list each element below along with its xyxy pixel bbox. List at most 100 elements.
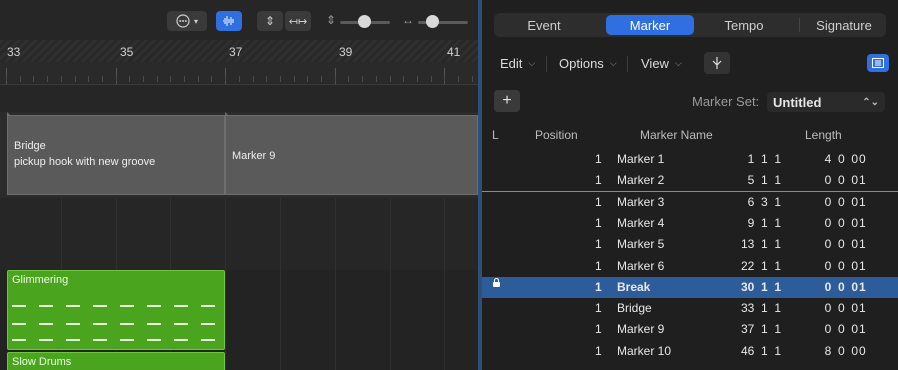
list-editor-tabs: Event Marker Tempo Signature [494, 13, 886, 37]
table-row[interactable]: 6 3 1 1 Marker 30 0 01 [482, 192, 898, 213]
playhead-line [482, 190, 898, 192]
header-length[interactable]: Length [805, 128, 842, 142]
tab-signature[interactable]: Signature [802, 13, 886, 37]
horizontal-auto-zoom-button[interactable]: ↤↦ [285, 11, 311, 31]
vertical-zoom-knob[interactable] [358, 15, 371, 28]
tab-tempo[interactable]: Tempo [702, 13, 786, 37]
empty-lane [0, 85, 478, 113]
cell-marker-name: Marker 2 [617, 173, 665, 188]
add-marker-button[interactable]: + [494, 90, 520, 112]
ruler-tick [417, 76, 418, 82]
ruler-tick [6, 76, 7, 82]
waveform-icon [223, 16, 234, 26]
table-row[interactable]: 22 1 1 1 Marker 60 0 01 [482, 256, 898, 277]
header-position[interactable]: Position [535, 128, 578, 142]
ruler-tick [143, 76, 144, 82]
table-row[interactable]: 13 1 1 1 Marker 50 0 01 [482, 234, 898, 255]
region-glimmering[interactable]: Glimmering [7, 270, 225, 350]
table-row[interactable]: 46 1 1 1 Marker 10 8 0 00 [482, 341, 898, 362]
table-row[interactable]: 37 1 1 1 Marker 90 0 01 [482, 319, 898, 340]
table-row[interactable]: 9 1 1 1 Marker 40 0 01 [482, 213, 898, 234]
marker-9[interactable]: Marker 9 [225, 115, 478, 195]
ruler-tick [253, 76, 254, 82]
cell-marker-name: Marker 6 [617, 258, 665, 273]
marker-set-label: Marker Set: [692, 94, 760, 109]
cell-length: 0 0 0 [824, 237, 858, 252]
waveform-zoom-button[interactable] [216, 11, 242, 31]
cell-position-ticks: 1 [595, 301, 602, 316]
header-marker-name[interactable]: Marker Name [640, 128, 713, 142]
cell-marker-name: Break [617, 279, 651, 294]
cell-position-ticks: 1 [595, 194, 602, 209]
view-menu-label: View [641, 55, 669, 71]
ruler-tick [184, 76, 185, 82]
cell-position-ticks: 1 [595, 173, 602, 188]
ruler-tick [88, 76, 89, 82]
table-header: L Position Marker Name Length [482, 122, 898, 146]
region-name: Glimmering [12, 274, 69, 286]
cell-position: 5 1 1 [747, 173, 781, 188]
cell-position-ticks: 1 [595, 215, 602, 230]
track-lane [0, 198, 478, 270]
cell-position-ticks: 1 [595, 343, 602, 358]
marker-9-title: Marker 9 [232, 150, 276, 162]
more-options-button[interactable]: ▾ [167, 11, 207, 31]
region-slow-drums[interactable]: Slow Drums [7, 352, 225, 370]
tab-event[interactable]: Event [502, 13, 586, 37]
cell-length: 0 0 0 [824, 322, 858, 337]
table-row[interactable]: 30 1 1 1 Break 0 0 01 [482, 276, 898, 298]
ruler-tick [403, 76, 404, 82]
ruler-tick [211, 76, 212, 82]
ruler-tick [472, 76, 473, 82]
ellipsis-circle-icon [176, 14, 190, 28]
table-row[interactable]: 5 1 1 1 Marker 20 0 01 [482, 170, 898, 191]
ruler-tick [157, 76, 158, 82]
midi-notes [12, 339, 220, 341]
cell-length-ticks: 1 [859, 279, 866, 294]
cell-marker-name: Bridge [617, 301, 652, 316]
tab-marker[interactable]: Marker [606, 15, 694, 35]
list-view-toggle[interactable] [867, 54, 889, 72]
ruler-bar-35: 35 [120, 45, 134, 59]
vertical-fit-icon: ⇕ [264, 14, 276, 28]
list-editor: Event Marker Tempo Signature Edit ⌵ Optio… [482, 0, 898, 370]
marker-bridge-text: pickup hook with new groove [14, 156, 156, 168]
cell-length: 0 0 0 [824, 279, 858, 294]
cell-position: 37 1 1 [740, 322, 781, 337]
ruler-tick [75, 76, 76, 82]
options-menu[interactable]: Options ⌵ [559, 52, 617, 74]
cell-length: 0 0 0 [824, 173, 858, 188]
chevron-updown-icon: ⌃⌄ [862, 96, 879, 108]
cell-length-ticks: 1 [859, 215, 866, 230]
view-menu[interactable]: View ⌵ [641, 52, 682, 74]
grid-line [444, 198, 445, 370]
ruler-tick [335, 76, 336, 82]
ruler-tick [102, 76, 103, 82]
table-row[interactable]: 1 1 1 1 Marker 1 4 0 00 [482, 149, 898, 170]
lock-icon[interactable] [493, 277, 500, 287]
horizontal-zoom-knob[interactable] [426, 15, 439, 28]
ruler-tick [33, 76, 34, 82]
ruler-tick [266, 76, 267, 82]
cell-length-ticks: 0 [859, 152, 866, 166]
header-lock[interactable]: L [492, 128, 499, 142]
cell-length-ticks: 1 [859, 237, 866, 252]
toolbar-separator [627, 56, 628, 72]
cell-length-ticks: 1 [859, 258, 866, 273]
catch-playhead-button[interactable] [704, 52, 730, 74]
cell-marker-name: Marker 10 [617, 343, 672, 358]
table-row[interactable]: 33 1 1 1 Bridge 0 0 01 [482, 298, 898, 319]
marker-set-select[interactable]: Untitled ⌃⌄ [767, 92, 885, 112]
edit-menu[interactable]: Edit ⌵ [500, 52, 535, 74]
tracks-toolbar: ▾ ⇕ ↤↦ ⇕ ↔ [0, 0, 478, 40]
cell-position: 9 1 1 [747, 215, 781, 230]
ruler-tick [294, 76, 295, 82]
bar-ruler[interactable]: 33 35 37 39 41 [0, 40, 478, 85]
marker-set-value: Untitled [773, 94, 822, 110]
marker-bridge[interactable]: Bridge pickup hook with new groove [7, 115, 225, 195]
vertical-auto-zoom-button[interactable]: ⇕ [257, 11, 283, 31]
ruler-tick [307, 76, 308, 82]
cell-position-ticks: 1 [595, 322, 602, 337]
chevron-down-icon: ⌵ [674, 57, 682, 68]
horizontal-fit-icon: ↤↦ [288, 15, 308, 28]
